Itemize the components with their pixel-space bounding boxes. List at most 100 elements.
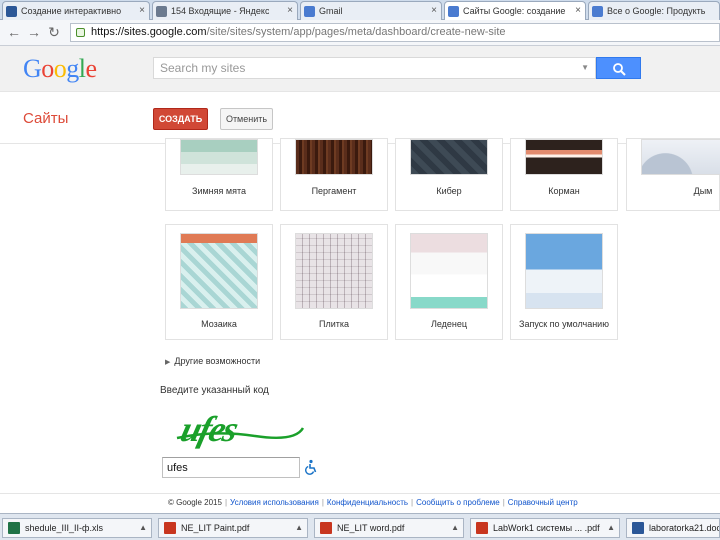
browser-tab-1[interactable]: Создание интерактивно × (2, 1, 150, 20)
tab-title: Создание интерактивно (21, 6, 122, 16)
browser-tab-5[interactable]: Все о Google: Продукты (588, 1, 720, 20)
captcha-text: ufes (177, 409, 243, 449)
privacy-link[interactable]: Конфиденциальность (327, 498, 408, 507)
theme-card[interactable]: Дым (626, 138, 720, 211)
logo-letter: g (66, 54, 79, 83)
theme-gallery: Зимняя мята Пергамент Кибер Корман Дым М… (0, 138, 720, 344)
captcha-image: ufes (176, 409, 305, 449)
url-path: /site/sites/system/app/pages/meta/dashbo… (206, 26, 506, 38)
download-item[interactable]: NE_LIT word.pdf ▲ (314, 518, 464, 538)
download-item[interactable]: NE_LIT Paint.pdf ▲ (158, 518, 308, 538)
theme-label: Корман (548, 186, 580, 196)
help-center-link[interactable]: Справочный центр (508, 498, 578, 507)
sites-icon (448, 6, 459, 17)
browser-tab-2[interactable]: 154 Входящие - Яндекс × (152, 1, 298, 20)
create-button[interactable]: СОЗДАТЬ (153, 108, 208, 130)
page-footer: © Google 2015 | Условия использования | Конф… (0, 493, 720, 513)
accessibility-icon[interactable] (303, 459, 319, 475)
url-host: https://sites.google.com (91, 26, 207, 38)
theme-card[interactable]: Корман (510, 138, 618, 211)
lock-icon (76, 28, 85, 37)
theme-card[interactable]: Запуск по умолчанию (510, 224, 618, 340)
captcha-label: Введите указанный код (160, 385, 269, 396)
download-filename: laboratorka21.doc (649, 523, 720, 533)
pdf-file-icon (320, 522, 332, 534)
search-icon (613, 63, 626, 76)
theme-label: Леденец (430, 319, 468, 329)
theme-thumbnail (410, 139, 488, 175)
theme-thumbnail (180, 139, 258, 175)
tab-title: 154 Входящие - Яндекс (171, 6, 270, 16)
google-icon (304, 6, 315, 17)
logo-letter: o (53, 54, 67, 83)
mail-icon (156, 6, 167, 17)
logo-letter: o (41, 54, 54, 83)
pdf-file-icon (164, 522, 176, 534)
close-icon[interactable]: × (287, 2, 293, 20)
download-filename: LabWork1 системы ... .pdf (493, 523, 600, 533)
address-bar[interactable]: https://sites.google.com/site/sites/syst… (70, 23, 720, 42)
downloads-bar: shedule_III_II-ф.xls ▲ NE_LIT Paint.pdf … (0, 513, 720, 540)
page-title: Сайты (23, 110, 69, 127)
theme-label: Мозаика (201, 319, 237, 329)
theme-card[interactable]: Леденец (395, 224, 503, 340)
google-icon (592, 6, 603, 17)
theme-thumbnail (525, 139, 603, 175)
tab-title: Сайты Google: создание (463, 6, 566, 16)
logo-letter: G (23, 54, 42, 83)
theme-card[interactable]: Плитка (280, 224, 388, 340)
more-options-label: Другие возможности (174, 356, 261, 366)
close-icon[interactable]: × (139, 2, 145, 20)
excel-file-icon (8, 522, 20, 534)
search-button[interactable] (596, 57, 641, 79)
google-logo[interactable]: Google (23, 54, 97, 84)
theme-thumbnail (410, 233, 488, 309)
report-issue-link[interactable]: Сообщить о проблеме (416, 498, 500, 507)
browser-tab-4-active[interactable]: Сайты Google: создание × (444, 1, 586, 21)
close-icon[interactable]: × (575, 2, 581, 20)
pdf-file-icon (476, 522, 488, 534)
download-item[interactable]: laboratorka21.doc (626, 518, 720, 538)
terms-link[interactable]: Условия использования (230, 498, 319, 507)
theme-thumbnail (641, 139, 720, 175)
sites-action-bar: Сайты СОЗДАТЬ Отменить (0, 92, 720, 144)
copyright-text: © Google 2015 (168, 498, 222, 507)
theme-card[interactable]: Зимняя мята (165, 138, 273, 211)
theme-label: Зимняя мята (192, 186, 246, 196)
cancel-button[interactable]: Отменить (220, 108, 273, 130)
captcha-input[interactable] (162, 457, 300, 478)
theme-card[interactable]: Мозаика (165, 224, 273, 340)
reload-icon[interactable]: ↻ (46, 24, 62, 40)
word-file-icon (632, 522, 644, 534)
chevron-up-icon[interactable]: ▲ (139, 519, 147, 537)
logo-letter: l (78, 54, 86, 83)
download-item[interactable]: LabWork1 системы ... .pdf ▲ (470, 518, 620, 538)
theme-card[interactable]: Пергамент (280, 138, 388, 211)
theme-label: Плитка (318, 319, 349, 329)
google-header: Google Search my sites ▼ (0, 46, 720, 92)
more-options-toggle[interactable]: ▶ Другие возможности (165, 356, 260, 366)
theme-thumbnail (295, 233, 373, 309)
theme-thumbnail (180, 233, 258, 309)
theme-label: Запуск по умолчанию (519, 319, 609, 329)
browser-tab-strip: Создание интерактивно × 154 Входящие - Я… (0, 0, 720, 21)
download-filename: shedule_III_II-ф.xls (25, 523, 103, 533)
download-filename: NE_LIT word.pdf (337, 523, 405, 533)
search-input[interactable]: Search my sites ▼ (153, 57, 596, 79)
browser-tab-3[interactable]: Gmail × (300, 1, 442, 20)
chevron-up-icon[interactable]: ▲ (607, 519, 615, 537)
triangle-right-icon: ▶ (165, 359, 171, 366)
download-item[interactable]: shedule_III_II-ф.xls ▲ (2, 518, 152, 538)
close-icon[interactable]: × (431, 2, 437, 20)
theme-label: Пергамент (311, 186, 357, 196)
theme-label: Дым (693, 186, 713, 196)
chevron-up-icon[interactable]: ▲ (451, 519, 459, 537)
tab-title: Gmail (319, 6, 343, 16)
chevron-up-icon[interactable]: ▲ (295, 519, 303, 537)
theme-card[interactable]: Кибер (395, 138, 503, 211)
chevron-down-icon[interactable]: ▼ (581, 58, 589, 78)
forward-arrow-icon[interactable]: → (26, 24, 42, 40)
back-arrow-icon[interactable]: ← (6, 24, 22, 40)
browser-toolbar: ← → ↻ https://sites.google.com/site/site… (0, 20, 720, 46)
download-filename: NE_LIT Paint.pdf (181, 523, 250, 533)
